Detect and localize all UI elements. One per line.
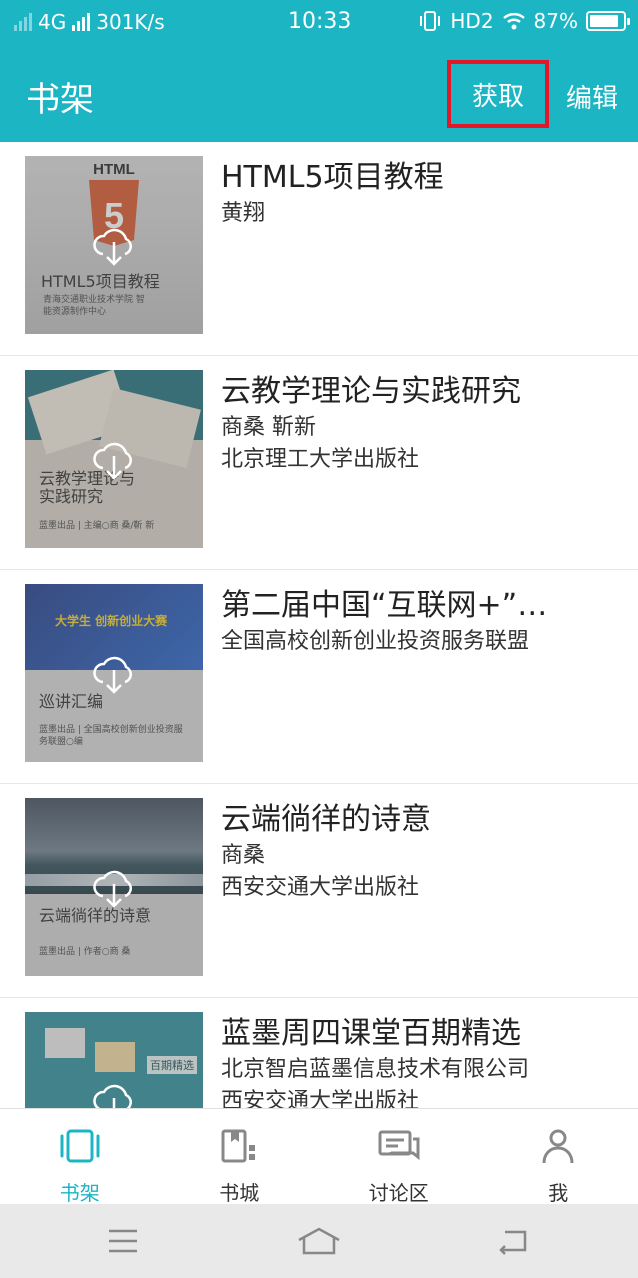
network-speed: 301K/s [96,10,165,34]
book-author: 全国高校创新创业投资服务联盟 [221,629,530,654]
book-publisher: 北京理工大学出版社 [221,447,420,472]
discussion-icon [378,1130,420,1161]
book-item[interactable]: 百期精选 蓝墨周四课堂百期精选 北京智启蓝墨信息技术有限公司 西安交通大学出版社 [0,998,638,1108]
battery-icon [586,11,630,31]
book-title: 蓝墨周四课堂百期精选 [221,1016,521,1051]
book-author: 北京智启蓝墨信息技术有限公司 [221,1057,530,1082]
vibrate-icon [420,11,441,31]
bookstore-icon [221,1129,256,1163]
tab-label: 书城 [219,1181,260,1205]
book-cover[interactable]: 百期精选 [25,1012,203,1108]
book-item[interactable]: 云教学理论与实践研究 蓝墨出品 | 主编○商 桑/靳 新 云教学理论与实践研究 … [0,356,638,570]
download-cloud-icon[interactable] [91,222,137,268]
bookshelf-icon [60,1129,100,1163]
download-cloud-icon[interactable] [91,1078,137,1108]
book-author: 商桑 [221,843,266,868]
book-item[interactable]: HTML 5 HTML5项目教程 青海交通职业技术学院 智能资源制作中心 HTM… [0,142,638,356]
book-author: 黄翔 [221,201,266,226]
download-cloud-icon[interactable] [91,650,137,696]
hd-indicator: HD2 [450,9,494,33]
book-item[interactable]: 大学生 创新创业大赛 巡讲汇编 蓝墨出品 | 全国高校创新创业投资服务联盟○编 … [0,570,638,784]
tab-label: 书架 [59,1181,100,1205]
battery-fill [590,15,618,27]
menu-icon[interactable] [107,1226,139,1256]
book-info: 云教学理论与实践研究 商桑 靳新 北京理工大学出版社 [221,372,618,476]
tab-bookstore[interactable]: 书城 [160,1109,320,1205]
back-icon[interactable] [497,1226,529,1256]
page-title: 书架 [26,80,94,120]
status-time: 10:33 [288,9,352,34]
wifi-icon [502,13,525,30]
signal-icon [14,13,32,31]
book-author: 商桑 靳新 [221,415,316,440]
book-title: 第二届中国“互联网+”… [221,588,548,623]
book-publisher: 西安交通大学出版社 [221,1089,420,1108]
top-bar: 4G 301K/s 10:33 HD2 87% 书架 获取 编辑 [0,0,638,142]
book-info: 蓝墨周四课堂百期精选 北京智启蓝墨信息技术有限公司 西安交通大学出版社 [221,1014,618,1108]
profile-icon [542,1129,574,1164]
book-cover[interactable]: 云教学理论与实践研究 蓝墨出品 | 主编○商 桑/靳 新 [25,370,203,548]
book-info: 第二届中国“互联网+”… 全国高校创新创业投资服务联盟 [221,586,618,658]
tab-label: 我 [548,1181,569,1205]
network-type: 4G [38,10,67,34]
tab-label: 讨论区 [368,1181,429,1205]
book-publisher: 西安交通大学出版社 [221,875,420,900]
book-list: HTML 5 HTML5项目教程 青海交通职业技术学院 智能资源制作中心 HTM… [0,142,638,1108]
book-cover[interactable]: 云端徜徉的诗意 蓝墨出品 | 作者○商 桑 [25,798,203,976]
status-bar: 4G 301K/s 10:33 HD2 87% [0,0,638,44]
bottom-tab-bar: 书架 书城 讨论区 我 [0,1108,638,1205]
download-cloud-icon[interactable] [91,864,137,910]
home-icon[interactable] [296,1226,342,1256]
download-cloud-icon[interactable] [91,436,137,482]
book-title: HTML5项目教程 [221,160,444,195]
book-item[interactable]: 云端徜徉的诗意 蓝墨出品 | 作者○商 桑 云端徜徉的诗意 商桑 西安交通大学出… [0,784,638,998]
book-cover[interactable]: 大学生 创新创业大赛 巡讲汇编 蓝墨出品 | 全国高校创新创业投资服务联盟○编 [25,584,203,762]
tab-discussion[interactable]: 讨论区 [319,1109,479,1205]
book-info: HTML5项目教程 黄翔 [221,158,618,230]
book-title: 云端徜徉的诗意 [221,802,431,837]
tab-profile[interactable]: 我 [479,1109,638,1205]
book-info: 云端徜徉的诗意 商桑 西安交通大学出版社 [221,800,618,904]
signal-strength-icon [72,13,91,31]
status-left: 4G 301K/s [14,10,165,34]
status-right: HD2 87% [418,9,630,33]
system-nav-bar [0,1204,638,1278]
tab-bookshelf[interactable]: 书架 [0,1109,160,1205]
get-button[interactable]: 获取 [447,60,549,128]
book-title: 云教学理论与实践研究 [221,374,521,409]
battery-percent: 87% [533,9,578,33]
book-cover[interactable]: HTML 5 HTML5项目教程 青海交通职业技术学院 智能资源制作中心 [25,156,203,334]
edit-button[interactable]: 编辑 [566,78,618,115]
